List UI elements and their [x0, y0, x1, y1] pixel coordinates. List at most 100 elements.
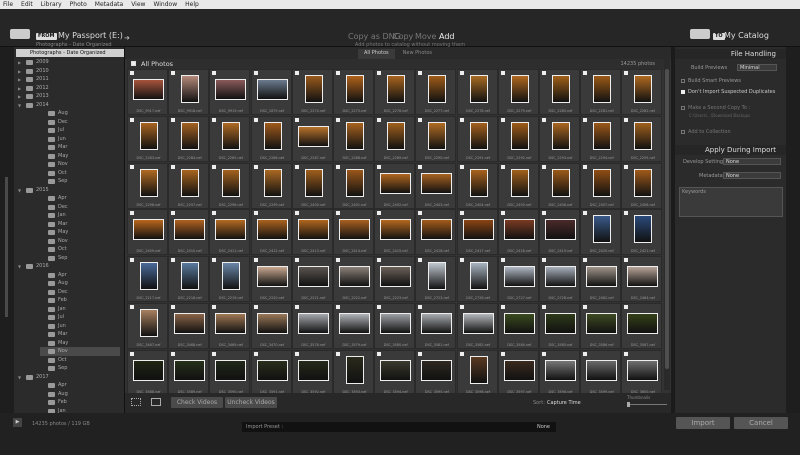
photo-cell[interactable]: DSC_2286.nef [250, 115, 292, 162]
photo-thumbnail[interactable] [510, 168, 529, 197]
photo-checkbox[interactable] [336, 71, 340, 75]
photo-thumbnail[interactable] [256, 359, 288, 381]
photo-thumbnail[interactable] [469, 355, 488, 384]
photo-thumbnail[interactable] [462, 219, 494, 241]
photo-thumbnail[interactable] [346, 355, 364, 384]
photo-cell[interactable]: DSC_9918.nef [168, 69, 210, 115]
photo-cell[interactable]: DSC_2282.nef [621, 69, 663, 115]
photo-cell[interactable]: DSC_2280.nef [539, 69, 580, 115]
photo-thumbnail[interactable] [421, 359, 453, 381]
photo-thumbnail[interactable] [222, 121, 241, 150]
photo-checkbox[interactable] [171, 351, 176, 356]
photo-thumbnail[interactable] [627, 359, 659, 381]
photo-checkbox[interactable] [336, 351, 340, 356]
photo-cell[interactable]: DSC_2404.nef [456, 162, 498, 209]
photo-cell[interactable]: DSC_3470.nef [250, 303, 292, 349]
photo-thumbnail[interactable] [133, 79, 164, 100]
photo-cell[interactable]: DSC_2415.nef [374, 209, 416, 256]
photo-checkbox[interactable] [171, 211, 176, 216]
photo-thumbnail[interactable] [263, 168, 282, 197]
photo-checkbox[interactable] [418, 117, 423, 122]
photo-thumbnail[interactable] [387, 75, 406, 103]
photo-thumbnail[interactable] [428, 121, 447, 150]
photo-checkbox[interactable] [459, 117, 464, 122]
photo-cell[interactable]: DSC_2418.nef [497, 209, 539, 256]
photo-cell[interactable]: DSC_2420.nef [580, 209, 622, 256]
photo-cell[interactable]: DSC_2218.nef [168, 256, 210, 303]
photo-thumbnail[interactable] [469, 121, 488, 150]
photo-checkbox[interactable] [500, 71, 505, 75]
photo-thumbnail[interactable] [140, 168, 158, 197]
disclosure-triangle-icon[interactable]: ▼ [18, 262, 23, 271]
photo-checkbox[interactable] [583, 71, 588, 75]
photo-thumbnail[interactable] [634, 121, 653, 150]
expand-arrow-icon[interactable]: ▶ [13, 418, 22, 427]
photo-thumbnail[interactable] [297, 313, 329, 334]
photo-thumbnail[interactable] [469, 168, 488, 197]
photo-cell[interactable]: DSC_2413.nef [291, 209, 333, 256]
photo-cell[interactable]: DSC_2277.nef [415, 69, 457, 115]
photo-checkbox[interactable] [253, 305, 258, 309]
photo-cell[interactable]: DSC_2281.nef [580, 69, 622, 115]
photo-checkbox[interactable] [459, 211, 464, 216]
photo-checkbox[interactable] [171, 117, 176, 122]
photo-cell[interactable]: DSC_2408.nef [621, 162, 663, 209]
photo-checkbox[interactable] [212, 71, 217, 75]
photo-cell[interactable]: DSC_3581.nef [415, 303, 457, 349]
photo-cell[interactable]: DSC_3582.nef [456, 303, 498, 349]
photo-cell[interactable]: DSC_3584.nef [497, 303, 539, 349]
photo-checkbox[interactable] [418, 305, 423, 309]
photo-cell[interactable]: DSC_2294.nef [580, 115, 622, 162]
photo-cell[interactable]: DSC_2726.nef [456, 256, 498, 303]
photo-checkbox[interactable] [624, 71, 629, 75]
photo-thumbnail[interactable] [627, 266, 659, 288]
photo-checkbox[interactable] [377, 351, 382, 356]
photo-thumbnail[interactable] [174, 219, 206, 241]
photo-cell[interactable]: DSC_2401.nef [333, 162, 374, 209]
photo-checkbox[interactable] [212, 305, 217, 309]
photo-thumbnail[interactable] [545, 219, 576, 241]
photo-thumbnail[interactable] [339, 219, 370, 241]
photo-checkbox[interactable] [500, 211, 505, 216]
photo-thumbnail[interactable] [256, 79, 288, 100]
photo-thumbnail[interactable] [503, 359, 535, 381]
photo-checkbox[interactable] [253, 117, 258, 122]
photo-cell[interactable]: DSC_3598.nef [539, 349, 580, 396]
photo-cell[interactable]: DSC_2293.nef [539, 115, 580, 162]
photo-cell[interactable]: DSC_2279.nef [497, 69, 539, 115]
photo-checkbox[interactable] [542, 164, 546, 169]
dont-import-duplicates-checkbox[interactable] [681, 89, 685, 94]
photo-checkbox[interactable] [336, 211, 340, 216]
photo-checkbox[interactable] [377, 211, 382, 216]
photo-checkbox[interactable] [377, 71, 382, 75]
photo-cell[interactable]: DSC_2221.nef [291, 256, 333, 303]
photo-cell[interactable]: DSC_2403.nef [415, 162, 457, 209]
select-all-checkbox[interactable] [131, 61, 136, 66]
photo-thumbnail[interactable] [545, 266, 576, 288]
photo-checkbox[interactable] [583, 351, 588, 356]
photo-thumbnail[interactable] [503, 313, 535, 334]
thumbnail-size-slider[interactable] [627, 402, 667, 407]
photo-cell[interactable]: DSC_2275.nef [333, 69, 374, 115]
menu-item-metadata[interactable]: Metadata [95, 0, 123, 9]
photo-checkbox[interactable] [583, 258, 588, 263]
photo-cell[interactable]: DSC_2274.nef [291, 69, 333, 115]
photo-thumbnail[interactable] [552, 168, 570, 197]
photo-thumbnail[interactable] [297, 125, 329, 147]
photo-thumbnail[interactable] [174, 313, 206, 334]
apply-during-import-header[interactable]: Apply During Import [675, 145, 786, 155]
photo-thumbnail[interactable] [469, 75, 488, 103]
photo-cell[interactable]: DSC_2419.nef [539, 209, 580, 256]
photo-thumbnail[interactable] [634, 168, 653, 197]
photo-cell[interactable]: DSC_2299.nef [250, 162, 292, 209]
photo-checkbox[interactable] [542, 71, 546, 75]
photo-cell[interactable]: DSC_2295.nef [621, 115, 663, 162]
import-preset-value[interactable]: None [537, 422, 550, 432]
menu-item-help[interactable]: Help [185, 0, 199, 9]
photo-checkbox[interactable] [500, 117, 505, 122]
photo-cell[interactable]: DSC_2405.nef [497, 162, 539, 209]
photo-checkbox[interactable] [377, 164, 382, 169]
photo-cell[interactable]: DSC_2406.nef [539, 162, 580, 209]
photo-checkbox[interactable] [171, 71, 176, 75]
photo-thumbnail[interactable] [140, 309, 158, 337]
